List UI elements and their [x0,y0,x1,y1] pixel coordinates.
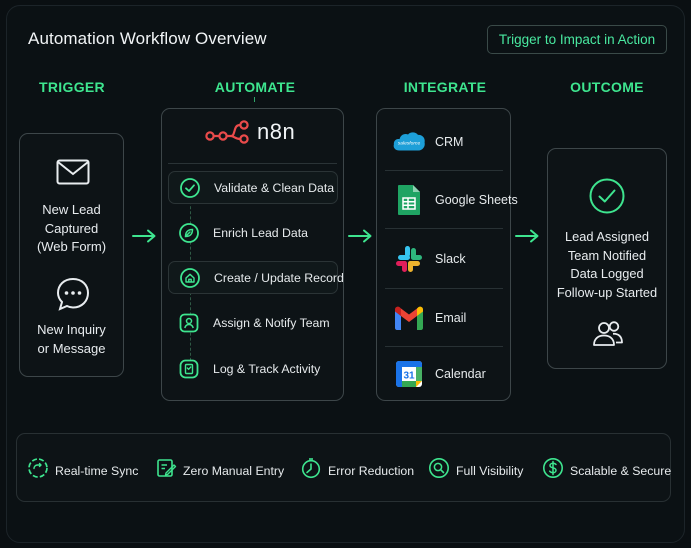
chat-bubble-icon [55,276,91,317]
divider [168,163,337,164]
outcome-line: Data Logged [570,266,644,281]
arrow-right-icon [348,229,372,243]
arrow-right-icon [515,229,539,243]
trigger-line: or Message [37,340,106,356]
n8n-wordmark: n8n [257,119,296,144]
salesforce-icon: salesforce [392,125,426,159]
integration-label: Email [435,310,467,325]
clock-icon [300,457,322,484]
feature-label: Error Reduction [328,463,415,478]
trigger-new-lead: New Lead Captured (Web Form) [20,201,123,257]
trigger-new-inquiry: New Inquiry or Message [20,321,123,358]
feature-label: Real-time Sync [55,463,139,478]
outcome-list: Lead Assigned Team Notified Data Logged … [548,228,666,302]
automate-step: Create / Update Record [168,261,344,294]
feature-item: Error Reduction [300,457,414,484]
leaf-icon [178,222,200,244]
automate-step-label: Create / Update Record [214,270,344,285]
check-circle-icon [588,177,626,220]
feature-label: Full Visibility [456,463,524,478]
user-icon [178,312,200,334]
arrow-right-icon [132,229,156,243]
feature-item: Real-time Sync [27,457,138,484]
integration-item: Slack [377,230,511,287]
automate-step: Validate & Clean Data [168,171,338,204]
automate-card: n8n Validate & Clean Data Enrich Lead Da… [161,108,344,401]
feature-item: Zero Manual Entry [155,457,284,484]
trigger-line: New Lead [42,202,101,217]
integration-label: Calendar [435,366,486,381]
integration-label: CRM [435,134,464,149]
integration-item: Email [377,289,511,346]
integration-item: Google Sheets [377,171,518,228]
integration-label: Slack [435,251,466,266]
trigger-card: New Lead Captured (Web Form) New Inquiry… [19,133,124,377]
n8n-logo: n8n [205,119,295,145]
sync-icon [27,457,49,484]
magnifier-icon [428,457,450,484]
calendar-logo-text: 31 [403,370,415,381]
feature-label: Scalable & Secure [570,463,672,478]
automate-step: Assign & Notify Team [168,306,338,339]
gmail-icon [392,301,426,335]
automate-step-label: Log & Track Activity [213,361,321,376]
google-calendar-icon: 31 [392,357,426,391]
log-icon [178,358,200,380]
trigger-line: Captured [44,220,99,236]
outcome-line: Follow-up Started [556,284,658,300]
envelope-icon [56,159,90,190]
integrate-card: salesforce CRM Google Sheets Slack Email… [376,108,518,402]
outcome-card: Lead Assigned Team Notified Data Logged … [547,148,667,369]
feature-item: Full Visibility [428,457,523,484]
slack-icon [392,242,426,276]
tagline-badge: Trigger to Impact in Action [487,25,667,54]
feature-bar: Real-time Sync Zero Manual Entry Error R… [16,433,671,502]
salesforce-logo-text: salesforce [398,140,421,146]
users-icon [591,318,625,353]
dollar-icon [542,457,564,484]
automate-step-label: Assign & Notify Team [213,315,330,330]
trigger-line: New Inquiry [37,322,106,337]
outcome-line: Lead Assigned [565,229,649,244]
feature-item: Scalable & Secure [542,457,671,484]
n8n-icon [205,120,249,144]
column-header-outcome: OUTCOME [570,79,644,95]
connector-tick [254,97,255,102]
page-title: Automation Workflow Overview [28,29,267,48]
outcome-line: Team Notified [567,247,647,263]
integration-label: Google Sheets [435,192,518,207]
integration-item: 31 Calendar [377,345,511,402]
column-header-automate: AUTOMATE [214,79,296,95]
edit-icon [155,457,177,484]
column-header-integrate: INTEGRATE [403,79,487,95]
automate-step: Log & Track Activity [168,352,338,385]
automate-step: Enrich Lead Data [168,216,338,249]
trigger-line: (Web Form) [36,239,107,254]
automate-step-label: Validate & Clean Data [214,180,335,195]
automate-step-label: Enrich Lead Data [213,225,309,240]
divider [385,228,503,229]
column-header-trigger: TRIGGER [39,79,105,95]
google-sheets-icon [392,183,426,217]
check-circle-icon [179,177,201,199]
integration-item: salesforce CRM [377,113,511,170]
home-icon [179,267,201,289]
feature-label: Zero Manual Entry [183,463,285,478]
